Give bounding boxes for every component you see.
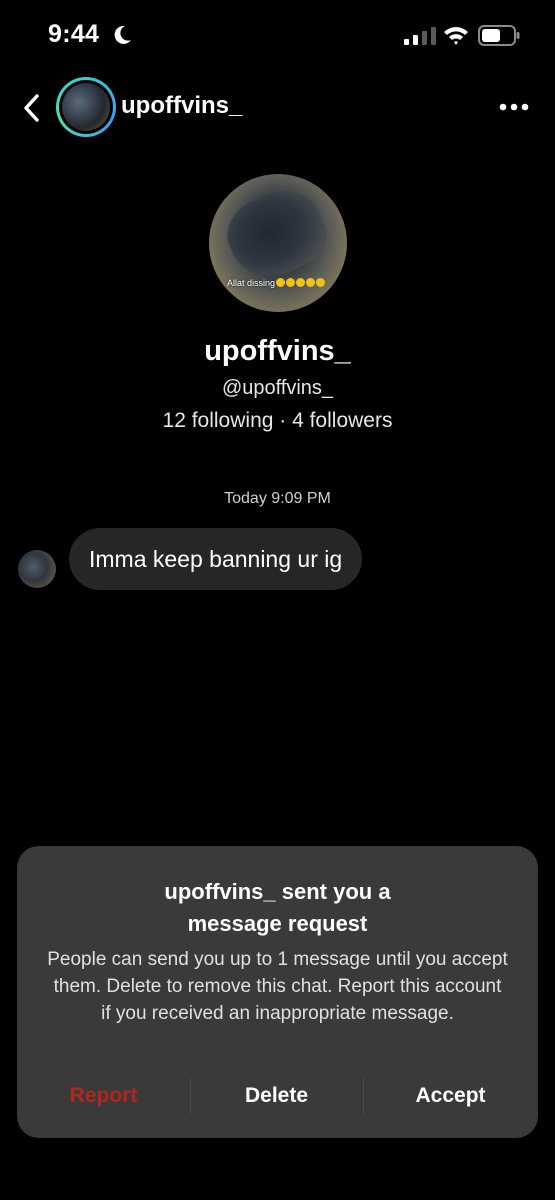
status-bar: 9:44	[0, 0, 555, 70]
profile-name: upoffvins_	[204, 335, 351, 367]
status-time: 9:44	[48, 20, 100, 48]
accept-button[interactable]: Accept	[363, 1078, 538, 1114]
sender-avatar[interactable]	[18, 550, 56, 588]
header-avatar[interactable]	[56, 77, 116, 137]
profile-avatar[interactable]: Allat dissing	[209, 174, 347, 312]
avatar-caption: Allat dissing	[227, 278, 326, 288]
header-username[interactable]: upoffvins_	[121, 92, 242, 120]
battery-icon	[478, 25, 520, 46]
message-request-card: upoffvins_ sent you a message request Pe…	[17, 846, 538, 1138]
profile-stats: 12 following · 4 followers	[162, 409, 393, 432]
more-options-button[interactable]	[496, 92, 532, 122]
wifi-icon	[444, 27, 468, 45]
message-bubble[interactable]: Imma keep banning ur ig	[69, 528, 363, 590]
request-title: upoffvins_ sent you a message request	[164, 879, 391, 936]
signal-icon	[404, 27, 436, 45]
back-button[interactable]	[18, 90, 46, 126]
chat-header: upoffvins_	[0, 70, 555, 146]
avatar	[62, 83, 110, 131]
message-timestamp: Today 9:09 PM	[224, 490, 331, 507]
request-description: People can send you up to 1 message unti…	[47, 949, 508, 1024]
report-button[interactable]: Report	[17, 1078, 190, 1114]
profile-handle: @upoffvins_	[221, 377, 334, 399]
moon-icon	[114, 25, 131, 44]
delete-button[interactable]: Delete	[190, 1078, 363, 1114]
